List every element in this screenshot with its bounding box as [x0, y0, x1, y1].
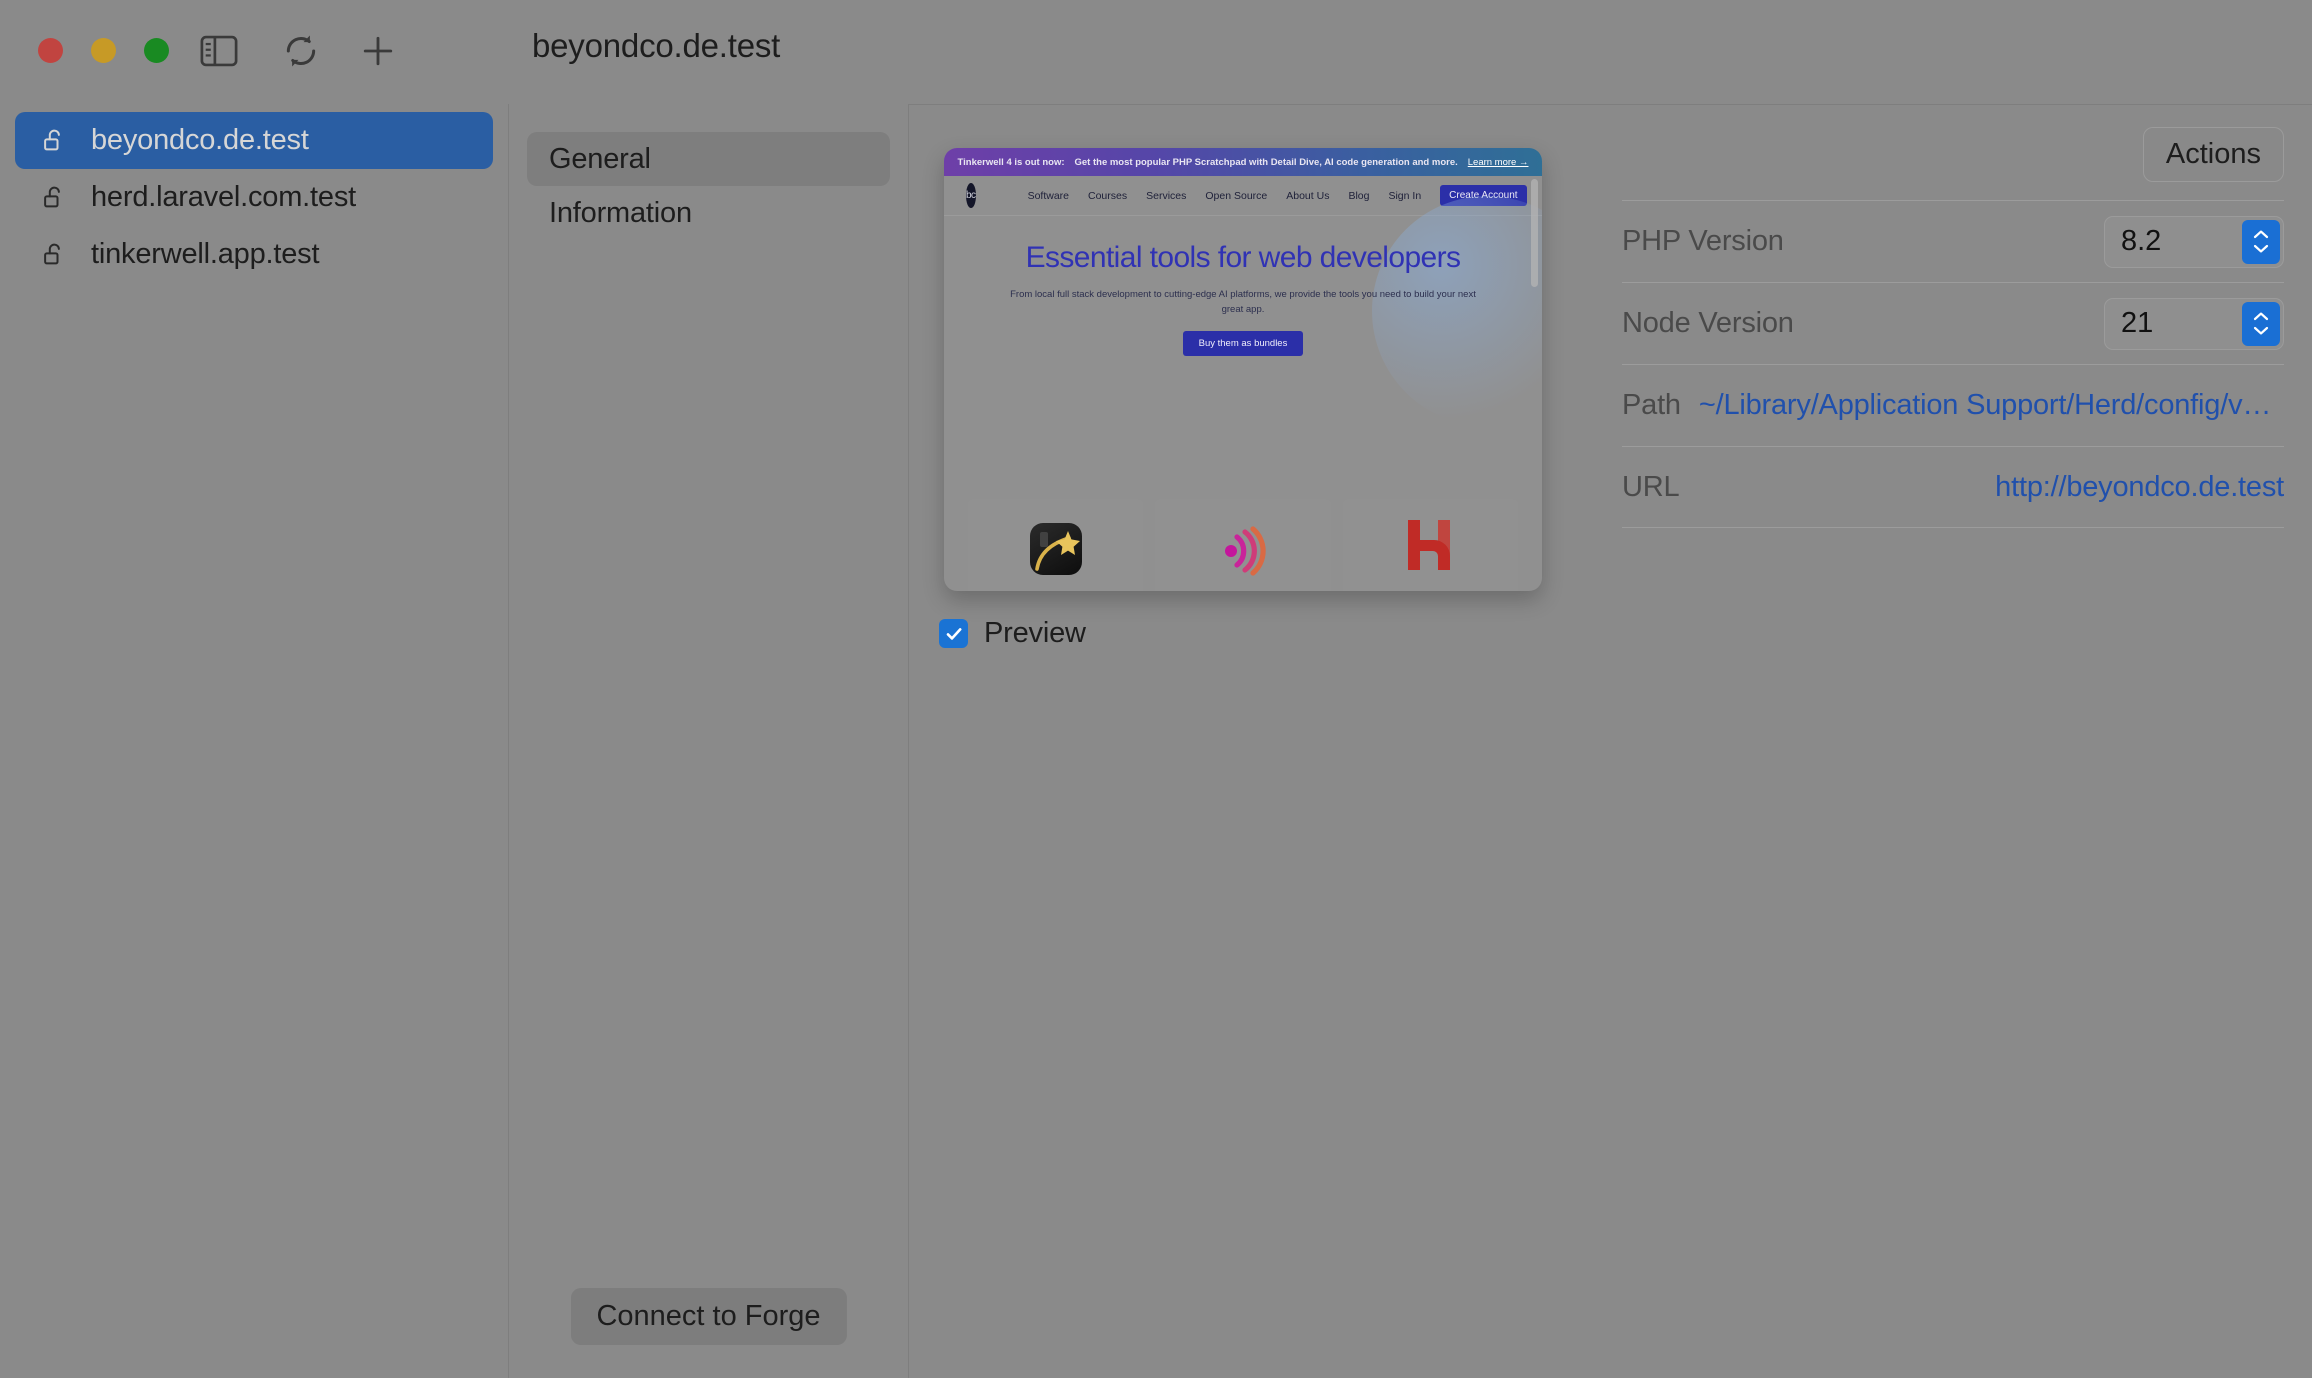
php-version-row: PHP Version 8.2 [1622, 200, 2284, 282]
hero-headline: Essential tools for web developers [984, 242, 1502, 274]
node-version-stepper[interactable]: 21 [2104, 298, 2284, 350]
refresh-icon[interactable] [275, 26, 327, 76]
site-preview[interactable]: Tinkerwell 4 is out now: Get the most po… [944, 148, 1542, 591]
sidebar: beyondco.de.test herd.laravel.com.test t… [0, 104, 508, 1378]
node-version-label: Node Version [1622, 307, 1794, 340]
close-button[interactable] [38, 38, 63, 63]
preview-checkbox[interactable]: Preview [939, 617, 1086, 650]
app-window: beyondco.de.test [0, 0, 2312, 1378]
helo-wave-icon [1215, 521, 1271, 577]
preview-promo-banner: Tinkerwell 4 is out now: Get the most po… [944, 148, 1542, 176]
path-row: Path ~/Library/Application Support/Herd/… [1622, 364, 2284, 446]
tab-label: Information [549, 197, 692, 230]
sidebar-item-label: beyondco.de.test [91, 124, 309, 157]
preview-card: Tinkerwell 4 is out now: Get the most po… [944, 148, 1542, 591]
actions-button[interactable]: Actions [2143, 127, 2284, 182]
connect-to-forge-button[interactable]: Connect to Forge [570, 1288, 846, 1345]
product-card-tinkerwell[interactable] [968, 499, 1143, 591]
sidebar-item-herd[interactable]: herd.laravel.com.test [15, 169, 493, 226]
sidebar-item-label: tinkerwell.app.test [91, 238, 319, 271]
main-content: Tinkerwell 4 is out now: Get the most po… [909, 105, 2312, 1378]
nav-sign-in[interactable]: Sign In [1388, 190, 1421, 202]
titlebar: beyondco.de.test [0, 0, 2312, 104]
sidebar-item-beyondco[interactable]: beyondco.de.test [15, 112, 493, 169]
stepper-arrows-icon[interactable] [2242, 302, 2280, 346]
promo-text: Get the most popular PHP Scratchpad with… [1075, 157, 1458, 168]
plus-icon[interactable] [352, 26, 404, 76]
tinkerwell-icon [1030, 523, 1082, 575]
url-row: URL http://beyondco.de.test [1622, 446, 2284, 528]
nav-blog[interactable]: Blog [1348, 190, 1369, 202]
preview-checkbox-label: Preview [984, 617, 1086, 650]
page-title: beyondco.de.test [532, 27, 780, 65]
unlock-icon [39, 183, 69, 213]
hero-subheadline: From local full stack development to cut… [984, 288, 1502, 317]
sidebar-item-tinkerwell[interactable]: tinkerwell.app.test [15, 226, 493, 283]
nav-open-source[interactable]: Open Source [1205, 190, 1267, 202]
hero-bundles-button[interactable]: Buy them as bundles [1183, 331, 1304, 356]
tab-label: General [549, 143, 651, 176]
preview-hero: Essential tools for web developers From … [944, 216, 1542, 356]
nav-about-us[interactable]: About Us [1286, 190, 1329, 202]
preview-scrollbar[interactable] [1531, 179, 1538, 287]
php-version-stepper[interactable]: 8.2 [2104, 216, 2284, 268]
nav-software[interactable]: Software [1028, 190, 1069, 202]
nav-create-account-button[interactable]: Create Account [1440, 185, 1526, 206]
promo-lead: Tinkerwell 4 is out now: [958, 157, 1065, 168]
actions-row: Actions [1622, 105, 2284, 200]
path-value-link[interactable]: ~/Library/Application Support/Herd/confi… [1699, 389, 2284, 422]
promo-learn-more-link[interactable]: Learn more → [1468, 157, 1529, 168]
node-version-value: 21 [2121, 307, 2153, 340]
nav-courses[interactable]: Courses [1088, 190, 1127, 202]
checkmark-icon [944, 624, 964, 644]
tab-information[interactable]: Information [527, 186, 890, 240]
stepper-arrows-icon[interactable] [2242, 220, 2280, 264]
herd-icon [1405, 518, 1455, 580]
nav-services[interactable]: Services [1146, 190, 1186, 202]
preview-product-cards [944, 499, 1542, 591]
checkbox-box [939, 619, 968, 648]
zoom-button[interactable] [144, 38, 169, 63]
product-card-helo[interactable] [1155, 499, 1330, 591]
url-label: URL [1622, 471, 1679, 504]
node-version-row: Node Version 21 [1622, 282, 2284, 364]
php-version-label: PHP Version [1622, 225, 1784, 258]
details-panel: Actions PHP Version 8.2 Node Version 21 [1622, 105, 2312, 528]
sidebar-item-label: herd.laravel.com.test [91, 181, 356, 214]
minimize-button[interactable] [91, 38, 116, 63]
unlock-icon [39, 126, 69, 156]
tab-column: General Information Connect to Forge [509, 104, 908, 1378]
beyondco-logo: bc [966, 183, 976, 208]
sidebar-toggle-icon[interactable] [193, 26, 245, 76]
php-version-value: 8.2 [2121, 225, 2161, 258]
url-value-link[interactable]: http://beyondco.de.test [1995, 471, 2284, 504]
product-card-herd[interactable] [1343, 499, 1518, 591]
traffic-lights [38, 38, 169, 63]
path-label: Path [1622, 389, 1681, 422]
unlock-icon [39, 240, 69, 270]
preview-site-nav: bc Software Courses Services Open Source… [944, 176, 1542, 216]
tab-general[interactable]: General [527, 132, 890, 186]
